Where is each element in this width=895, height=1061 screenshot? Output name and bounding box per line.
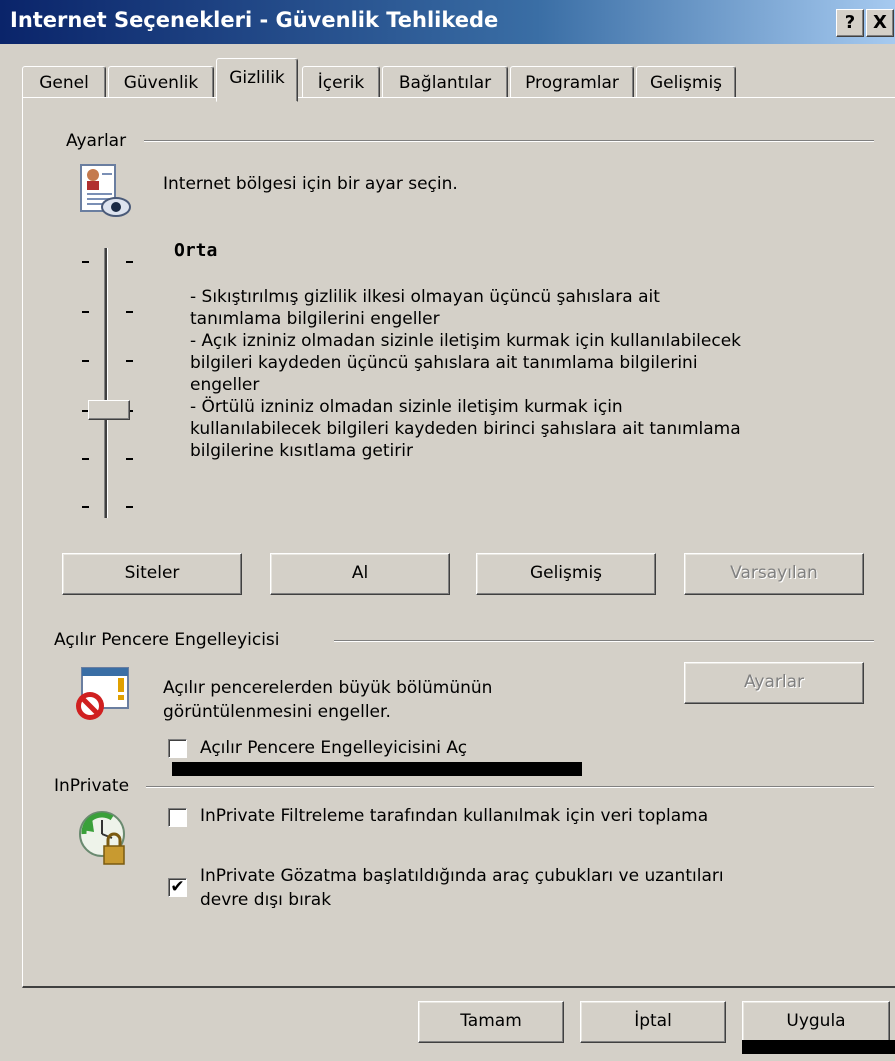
tab-programlar[interactable]: Programlar <box>510 66 634 100</box>
tab-gelismis[interactable]: Gelişmiş <box>636 66 736 100</box>
description-line: - Açık izniniz olmadan sizinle iletişim … <box>190 331 741 351</box>
settings-group-label: Ayarlar <box>66 131 127 151</box>
description-line: bilgilerine kısıtlama getirir <box>190 441 413 461</box>
description-line: - Sıkıştırılmış gizlilik ilkesi olmayan … <box>190 287 660 307</box>
popup-description-line1: Açılır pencerelerden büyük bölümünün <box>163 678 493 698</box>
inprivate-lock-icon <box>72 806 134 875</box>
import-button[interactable]: Al <box>270 553 450 595</box>
close-button[interactable]: X <box>866 9 894 37</box>
tab-icerik[interactable]: İçerik <box>302 66 380 100</box>
redaction-bar <box>172 762 582 776</box>
settings-group-divider <box>144 140 874 142</box>
description-line: - Örtülü izniniz olmadan sizinle iletişi… <box>190 397 623 417</box>
privacy-document-icon <box>78 163 132 226</box>
popup-group-label: Açılır Pencere Engelleyicisi <box>54 630 280 650</box>
description-line: bilgileri kaydeden üçüncü şahıslara ait … <box>190 353 698 373</box>
popup-blocker-checkbox-label[interactable]: Açılır Pencere Engelleyicisini Aç <box>200 738 467 758</box>
popup-blocker-checkbox[interactable] <box>168 739 187 758</box>
inprivate-browse-checkbox[interactable]: ✔ <box>168 878 187 897</box>
tab-guvenlik[interactable]: Güvenlik <box>108 66 214 100</box>
slider-thumb[interactable] <box>88 400 130 420</box>
privacy-level-description: - Sıkıştırılmış gizlilik ilkesi olmayan … <box>190 286 830 462</box>
internet-options-dialog: Internet Seçenekleri - Güvenlik Tehliked… <box>0 0 895 1061</box>
advanced-button[interactable]: Gelişmiş <box>476 553 656 595</box>
title-bar: Internet Seçenekleri - Güvenlik Tehliked… <box>0 0 895 44</box>
inprivate-group-divider <box>146 786 874 788</box>
redaction-bar <box>742 1040 895 1054</box>
tab-genel[interactable]: Genel <box>22 66 106 100</box>
inprivate-filter-checkbox[interactable] <box>168 808 187 827</box>
tab-baglantilar[interactable]: Bağlantılar <box>382 66 508 100</box>
settings-instruction: Internet bölgesi için bir ayar seçin. <box>163 174 458 194</box>
description-line: kullanılabilecek bilgileri kaydeden biri… <box>190 419 741 439</box>
inprivate-group-label: InPrivate <box>54 776 130 796</box>
slider-track <box>104 248 108 518</box>
popup-group-divider <box>334 640 874 642</box>
help-button[interactable]: ? <box>836 9 864 37</box>
tab-gizlilik[interactable]: Gizlilik <box>216 58 298 102</box>
apply-button[interactable]: Uygula <box>742 1001 890 1043</box>
inprivate-filter-label[interactable]: InPrivate Filtreleme tarafından kullanıl… <box>200 806 708 826</box>
description-line: engeller <box>190 375 260 395</box>
popup-description-line2: görüntülenmesini engeller. <box>163 702 391 722</box>
inprivate-browse-label-line2[interactable]: devre dışı bırak <box>200 890 331 910</box>
privacy-panel <box>22 97 895 988</box>
inprivate-browse-label-line1[interactable]: InPrivate Gözatma başlatıldığında araç ç… <box>200 866 724 886</box>
default-button[interactable]: Varsayılan <box>684 553 864 595</box>
privacy-level-slider[interactable] <box>76 248 146 520</box>
window-title: Internet Seçenekleri - Güvenlik Tehliked… <box>10 8 499 32</box>
popup-blocker-icon <box>72 666 134 729</box>
privacy-level-title: Orta <box>174 240 218 261</box>
cancel-button[interactable]: İptal <box>580 1001 726 1043</box>
description-line: tanımlama bilgilerini engeller <box>190 309 440 329</box>
sites-button[interactable]: Siteler <box>62 553 242 595</box>
ok-button[interactable]: Tamam <box>418 1001 564 1043</box>
popup-settings-button[interactable]: Ayarlar <box>684 662 864 704</box>
